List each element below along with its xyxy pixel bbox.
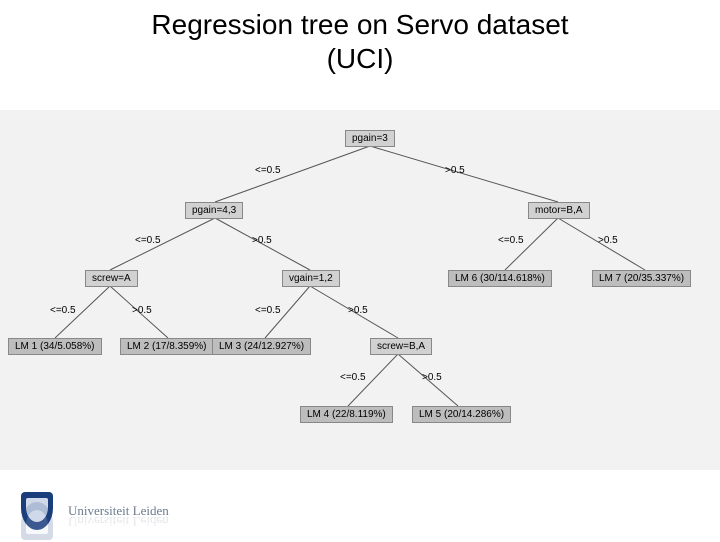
node-pgain-4-3: pgain=4,3 <box>185 202 243 219</box>
page-title: Regression tree on Servo dataset (UCI) <box>0 0 720 75</box>
edge-n5-left: <=0.5 <box>255 305 281 316</box>
leaf-lm5: LM 5 (20/14.286%) <box>412 406 511 423</box>
leaf-lm4: LM 4 (22/8.119%) <box>300 406 393 423</box>
edge-n2-left: <=0.5 <box>135 235 161 246</box>
edge-n2-right: >0.5 <box>252 235 272 246</box>
edge-n3-right: >0.5 <box>598 235 618 246</box>
edge-n4-right: >0.5 <box>132 305 152 316</box>
leaf-lm3: LM 3 (24/12.927%) <box>212 338 311 355</box>
tree-diagram: pgain=3 pgain=4,3 motor=B,A screw=A vgai… <box>0 110 720 470</box>
leaf-lm1: LM 1 (34/5.058%) <box>8 338 102 355</box>
leaf-lm2: LM 2 (17/8.359%) <box>120 338 214 355</box>
title-line-1: Regression tree on Servo dataset <box>151 9 568 40</box>
edge-n6-left: <=0.5 <box>340 372 366 383</box>
title-line-2: (UCI) <box>327 43 394 74</box>
node-vgain-1-2: vgain=1,2 <box>282 270 340 287</box>
edge-root-left: <=0.5 <box>255 165 281 176</box>
node-screw-ba: screw=B,A <box>370 338 432 355</box>
edge-n5-right: >0.5 <box>348 305 368 316</box>
node-pgain-3: pgain=3 <box>345 130 395 147</box>
node-motor-ba: motor=B,A <box>528 202 590 219</box>
leaf-lm7: LM 7 (20/35.337%) <box>592 270 691 287</box>
node-screw-a: screw=A <box>85 270 138 287</box>
edge-n3-left: <=0.5 <box>498 235 524 246</box>
footer-reflection: Universiteit Leiden <box>16 500 169 542</box>
edge-root-right: >0.5 <box>445 165 465 176</box>
edge-n6-right: >0.5 <box>422 372 442 383</box>
leaf-lm6: LM 6 (30/114.618%) <box>448 270 552 287</box>
edge-n4-left: <=0.5 <box>50 305 76 316</box>
